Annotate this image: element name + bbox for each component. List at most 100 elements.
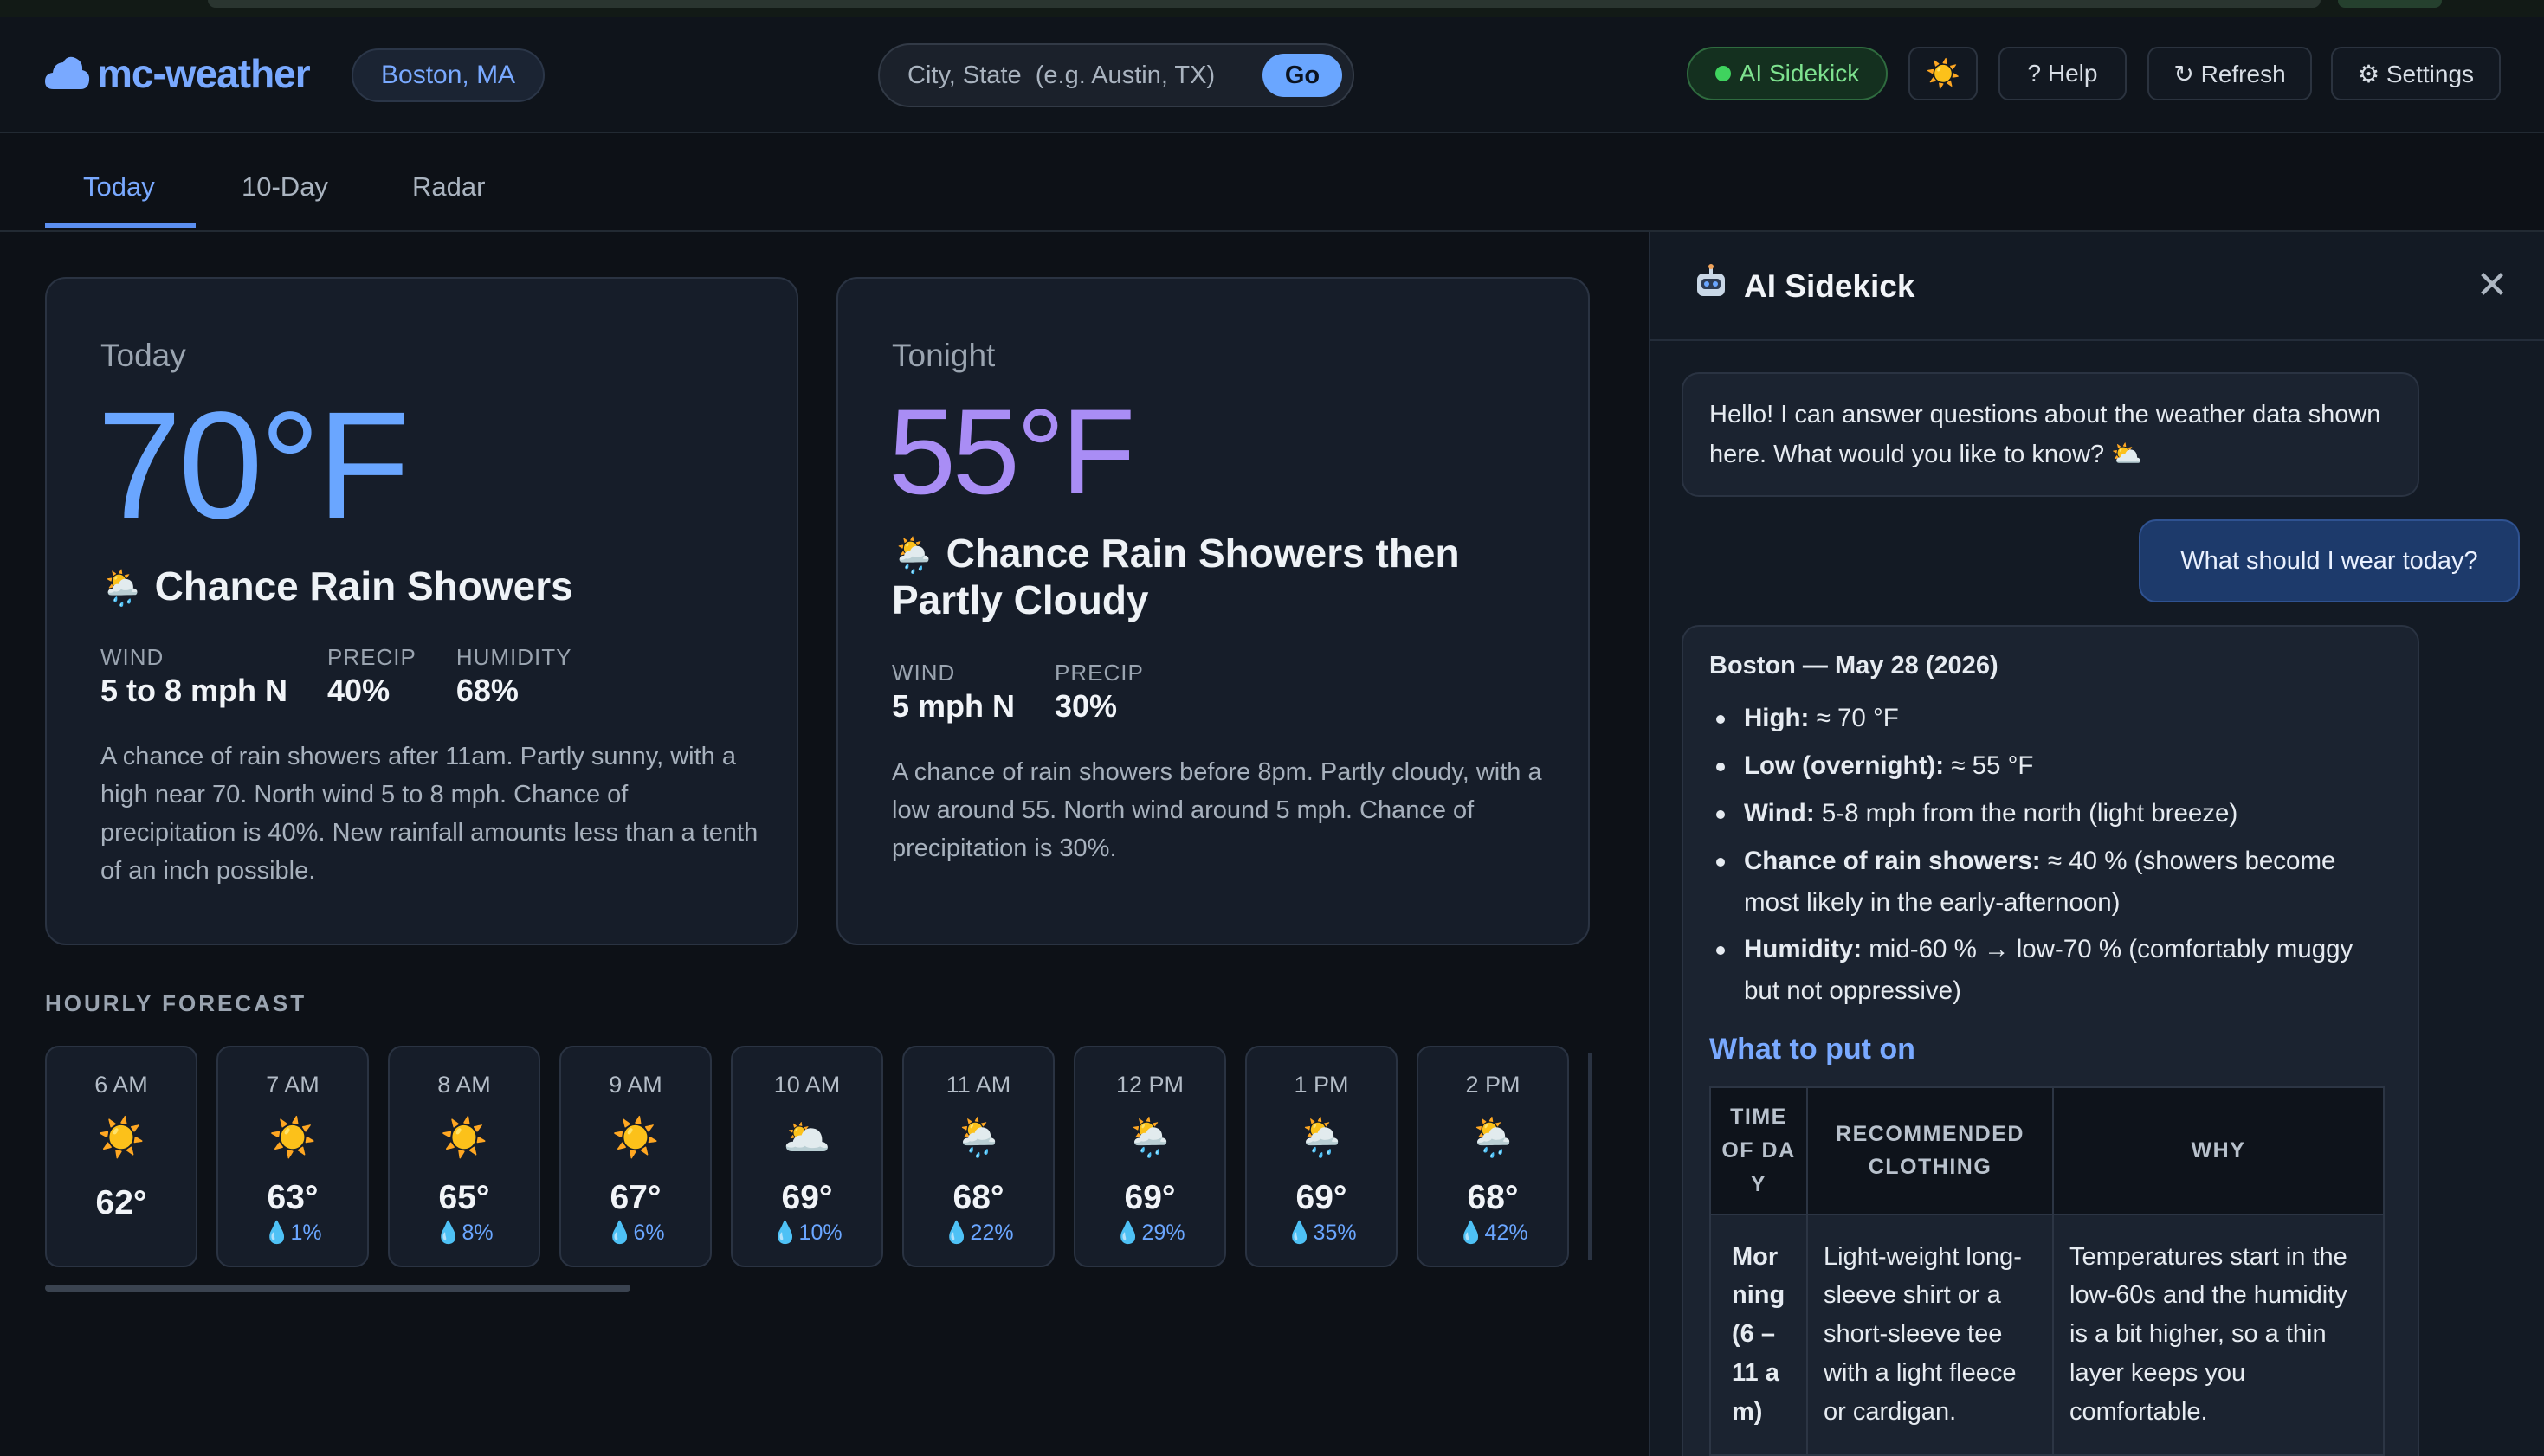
bullet-text: 5-8 mph from the north (light breeze) xyxy=(1814,798,2238,828)
city-search-input[interactable] xyxy=(907,61,1236,90)
hour-time: 12 PM xyxy=(1115,1072,1185,1098)
sun-icon: ☀️ xyxy=(611,1117,660,1159)
bullet-label: Wind: xyxy=(1744,798,1815,828)
close-icon[interactable]: ✕ xyxy=(2473,267,2511,305)
rain-showers-icon: 🌦️ xyxy=(1297,1117,1346,1159)
user-message: What should I wear today? xyxy=(2139,519,2520,602)
today-description: A chance of rain showers after 11am. Par… xyxy=(100,743,759,886)
humidity-label: HUMIDITY xyxy=(455,644,572,670)
hour-precip: 💧1% xyxy=(263,1221,322,1245)
hour-time: 7 AM xyxy=(266,1072,320,1098)
hour-precip: 💧10% xyxy=(772,1221,843,1245)
app-name: mc-weather xyxy=(97,51,311,96)
panel-header: AI Sidekick ✕ xyxy=(1650,232,2544,341)
table-header-row: TIME OF DAY RECOMMENDED CLOTHING WHY xyxy=(1709,1086,2385,1215)
tonight-card: Tonight 55°F 🌦️ Chance Rain Showers then… xyxy=(836,277,1590,945)
rain-showers-icon: 🌦️ xyxy=(100,570,144,608)
tab-today[interactable]: Today xyxy=(83,171,155,203)
today-precip-stat: PRECIP 40% xyxy=(327,644,416,709)
rain-showers-icon: 🌦️ xyxy=(954,1117,1003,1159)
hour-temp: 63° xyxy=(267,1179,319,1216)
precip-value: 40% xyxy=(327,673,391,708)
hourly-card: 1 PM 🌦️ 69° 💧35% xyxy=(1245,1046,1398,1267)
today-condition-text: Chance Rain Showers xyxy=(154,564,573,609)
go-button[interactable]: Go xyxy=(1262,54,1342,97)
weather-summary-list: High: ≈ 70 °F Low (overnight): ≈ 55 °F W… xyxy=(1709,698,2392,1011)
hourly-card: 12 PM 🌦️ 69° 💧29% xyxy=(1074,1046,1226,1267)
list-item: Low (overnight): ≈ 55 °F xyxy=(1709,745,2392,787)
hourly-card: 6 AM ☀️ 62° xyxy=(45,1046,197,1267)
sun-icon: ☀️ xyxy=(268,1117,317,1159)
rain-showers-icon: 🌦️ xyxy=(892,537,935,575)
hourly-forecast-strip[interactable]: 6 AM ☀️ 62° 7 AM ☀️ 63° 💧1% 8 AM ☀️ 65° … xyxy=(45,1046,1592,1276)
hourly-scrollbar[interactable] xyxy=(45,1285,630,1292)
bullet-text: ≈ 70 °F xyxy=(1809,704,1899,733)
help-button[interactable]: ? Help xyxy=(1998,47,2127,100)
hour-temp: 69° xyxy=(781,1179,833,1216)
cloudy-icon: 🌥️ xyxy=(783,1117,831,1159)
rain-showers-icon: 🌦️ xyxy=(1126,1117,1174,1159)
current-location-pill[interactable]: Boston, MA xyxy=(352,48,546,102)
hour-time: 9 AM xyxy=(609,1072,662,1098)
refresh-button[interactable]: ↻ Refresh xyxy=(2147,47,2312,100)
hour-precip: 💧42% xyxy=(1457,1221,1528,1245)
table-row: Morning (6 – 11 am) Light-weight long-sl… xyxy=(1709,1213,2385,1456)
hourly-card: 7 AM ☀️ 63° 💧1% xyxy=(216,1046,369,1267)
tab-10-day[interactable]: 10-Day xyxy=(242,171,328,203)
hour-precip: 💧29% xyxy=(1114,1221,1185,1245)
hour-time: 6 AM xyxy=(94,1072,148,1098)
ai-sidekick-toggle[interactable]: AI Sidekick xyxy=(1687,47,1888,100)
tonight-condition-line1: Chance Rain Showers then xyxy=(946,531,1460,576)
hourly-card: 8 AM ☀️ 65° 💧8% xyxy=(388,1046,540,1267)
humidity-value: 68% xyxy=(455,673,519,708)
browser-tab-bar xyxy=(208,0,2321,8)
hour-temp: 67° xyxy=(610,1179,662,1216)
clothing-table: TIME OF DAY RECOMMENDED CLOTHING WHY Mor… xyxy=(1709,1086,2385,1456)
hour-time: 8 AM xyxy=(437,1072,491,1098)
precip-label: PRECIP xyxy=(1055,660,1144,686)
precip-value: 30% xyxy=(1055,688,1118,724)
col-recommended-clothing: RECOMMENDED CLOTHING xyxy=(1806,1086,2054,1215)
hour-temp: 68° xyxy=(952,1179,1004,1216)
hourly-card: 2 PM 🌦️ 68° 💧42% xyxy=(1417,1046,1569,1267)
wind-label: WIND xyxy=(100,644,165,670)
sun-icon: ☀️ xyxy=(97,1117,145,1159)
ai-sidekick-label: AI Sidekick xyxy=(1739,60,1860,87)
bullet-text: ≈ 55 °F xyxy=(1944,751,2034,781)
tab-radar[interactable]: Radar xyxy=(412,171,485,203)
hour-temp: 69° xyxy=(1124,1179,1176,1216)
hour-precip: 💧6% xyxy=(606,1221,665,1245)
tonight-temperature: 55°F xyxy=(888,383,1135,519)
active-tab-indicator xyxy=(45,223,196,228)
today-temperature: 70°F xyxy=(97,381,410,551)
reply-heading: Boston — May 28 (2026) xyxy=(1709,652,1998,680)
tonight-condition: 🌦️ Chance Rain Showers then Partly Cloud… xyxy=(892,530,1550,624)
today-condition: 🌦️ Chance Rain Showers xyxy=(100,563,759,609)
tonight-description: A chance of rain showers before 8pm. Par… xyxy=(892,758,1542,863)
list-item: Chance of rain showers: ≈ 40 % (showers … xyxy=(1709,841,2392,924)
bullet-label: Chance of rain showers: xyxy=(1744,846,2041,875)
cloud-icon xyxy=(45,56,90,89)
tonight-condition-line2: Partly Cloudy xyxy=(892,577,1149,623)
bullet-label: Humidity: xyxy=(1744,935,1863,964)
hour-precip: 💧35% xyxy=(1286,1221,1357,1245)
app-logo[interactable]: mc-weather xyxy=(45,50,311,97)
wind-value: 5 mph N xyxy=(892,688,1016,724)
bullet-label: High: xyxy=(1744,704,1810,733)
wind-label: WIND xyxy=(892,660,956,686)
hour-time: 11 AM xyxy=(946,1072,1011,1098)
sun-icon: ☀️ xyxy=(440,1117,488,1159)
tonight-wind-stat: WIND 5 mph N xyxy=(892,660,1015,725)
robot-icon xyxy=(1697,264,1725,296)
settings-button[interactable]: ⚙ Settings xyxy=(2331,47,2501,100)
theme-toggle-button[interactable]: ☀️ xyxy=(1908,47,1978,100)
today-wind-stat: WIND 5 to 8 mph N xyxy=(100,644,287,709)
assistant-greeting-message: Hello! I can answer questions about the … xyxy=(1682,372,2419,497)
browser-top-strip xyxy=(0,0,2544,17)
hour-temp: 62° xyxy=(95,1184,147,1221)
today-label: Today xyxy=(100,338,186,373)
list-item: High: ≈ 70 °F xyxy=(1709,698,2392,739)
hour-time: 10 AM xyxy=(773,1072,841,1098)
col-time-of-day: TIME OF DAY xyxy=(1709,1086,1808,1215)
hour-temp: 65° xyxy=(438,1179,490,1216)
